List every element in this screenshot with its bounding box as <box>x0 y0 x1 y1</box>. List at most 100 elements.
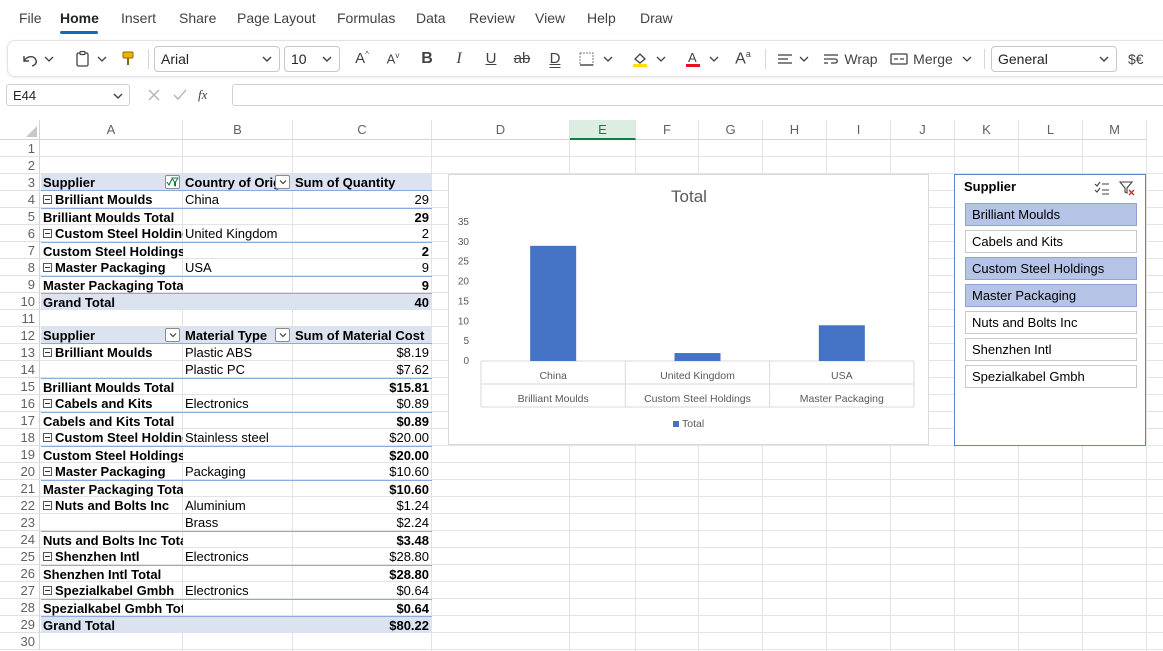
cancel-icon[interactable] <box>146 87 162 103</box>
menu-review[interactable]: Review <box>469 10 515 26</box>
row-header-7[interactable]: 7 <box>0 242 40 259</box>
increase-font-button[interactable]: A^ <box>351 41 373 76</box>
pivot-row-label[interactable]: Nuts and Bolts Inc Total <box>41 531 183 548</box>
pivot-row-label[interactable]: Master Packaging Total <box>41 480 183 497</box>
insert-function-icon[interactable]: fx <box>198 87 207 103</box>
menu-view[interactable]: View <box>535 10 565 26</box>
pivot-value-cell[interactable]: $15.81 <box>293 378 432 395</box>
row-header-27[interactable]: 27 <box>0 582 40 599</box>
pivot-value-cell[interactable]: $80.22 <box>293 616 432 633</box>
column-header-l[interactable]: L <box>1019 120 1083 140</box>
fill-color-button[interactable] <box>628 41 670 76</box>
pivot-value-cell[interactable]: $3.48 <box>293 531 432 548</box>
slicer-item[interactable]: Master Packaging <box>965 284 1137 307</box>
filter-active-button[interactable] <box>165 175 180 189</box>
italic-button[interactable]: I <box>448 41 470 76</box>
pivot-sub-label[interactable] <box>183 412 293 429</box>
supplier-slicer[interactable]: Supplier Brilliant Moulds Cabels and Kits… <box>954 174 1146 446</box>
row-header-13[interactable]: 13 <box>0 344 40 361</box>
menu-draw[interactable]: Draw <box>640 10 673 26</box>
pivot-sub-label[interactable] <box>183 446 293 463</box>
pivot-sub-label[interactable] <box>183 599 293 616</box>
pivot-sub-label[interactable] <box>183 565 293 582</box>
pivot-value-cell[interactable]: 2 <box>293 225 432 242</box>
align-button[interactable] <box>773 41 813 76</box>
pivot-row-label[interactable]: Spezialkabel Gmbh <box>41 582 183 599</box>
font-color-button[interactable]: A <box>681 41 723 76</box>
pivot-value-cell[interactable]: $10.60 <box>293 480 432 497</box>
pivot-sub-label[interactable]: Aluminium <box>183 497 293 514</box>
row-header-26[interactable]: 26 <box>0 565 40 582</box>
pivot-value-cell[interactable]: $0.89 <box>293 412 432 429</box>
menu-share[interactable]: Share <box>179 10 216 26</box>
pivot-header-cell[interactable]: Sum of Material Cost <box>293 327 432 344</box>
pivot-row-label[interactable]: Brilliant Moulds <box>41 191 183 208</box>
collapse-icon[interactable] <box>43 552 52 561</box>
row-header-14[interactable]: 14 <box>0 361 40 378</box>
underline-button[interactable]: U <box>480 41 502 76</box>
row-header-5[interactable]: 5 <box>0 208 40 225</box>
row-header-17[interactable]: 17 <box>0 412 40 429</box>
bold-button[interactable]: B <box>416 41 438 76</box>
pivot-sub-label[interactable]: Brass <box>183 514 293 531</box>
row-header-8[interactable]: 8 <box>0 259 40 276</box>
pivot-sub-label[interactable] <box>183 531 293 548</box>
pivot-sub-label[interactable] <box>183 616 293 633</box>
wrap-text-button[interactable]: Wrap <box>820 41 880 76</box>
pivot-value-cell[interactable]: $28.80 <box>293 548 432 565</box>
pivot-sub-label[interactable]: Stainless steel <box>183 429 293 446</box>
row-header-28[interactable]: 28 <box>0 599 40 616</box>
column-header-m[interactable]: M <box>1083 120 1147 140</box>
pivot-sub-label[interactable] <box>183 293 293 310</box>
slicer-item[interactable]: Cabels and Kits <box>965 230 1137 253</box>
pivot-sub-label[interactable]: Plastic ABS <box>183 344 293 361</box>
pivot-sub-label[interactable] <box>183 378 293 395</box>
pivot-row-label[interactable]: Shenzhen Intl <box>41 548 183 565</box>
pivot-sub-label[interactable]: Electronics <box>183 548 293 565</box>
multi-select-icon[interactable] <box>1093 180 1111 196</box>
collapse-icon[interactable] <box>43 433 52 442</box>
paste-button[interactable] <box>70 41 112 76</box>
pivot-value-cell[interactable]: 9 <box>293 259 432 276</box>
pivot-header-cell[interactable]: Supplier <box>41 327 183 344</box>
row-header-21[interactable]: 21 <box>0 480 40 497</box>
pivot-header-cell[interactable]: Supplier <box>41 174 183 191</box>
pivot-value-cell[interactable]: $2.24 <box>293 514 432 531</box>
column-header-j[interactable]: J <box>891 120 955 140</box>
column-header-i[interactable]: I <box>827 120 891 140</box>
pivot-header-cell[interactable]: Sum of Quantity <box>293 174 432 191</box>
row-header-24[interactable]: 24 <box>0 531 40 548</box>
collapse-icon[interactable] <box>43 229 52 238</box>
filter-dropdown-button[interactable] <box>275 328 290 342</box>
strikethrough-button[interactable]: ab <box>511 41 533 76</box>
collapse-icon[interactable] <box>43 348 52 357</box>
pivot-row-label[interactable]: Shenzhen Intl Total <box>41 565 183 582</box>
double-underline-button[interactable]: D <box>544 41 566 76</box>
row-header-11[interactable]: 11 <box>0 310 40 327</box>
font-size-select[interactable]: 10 <box>284 46 340 72</box>
row-header-6[interactable]: 6 <box>0 225 40 242</box>
pivot-value-cell[interactable]: 40 <box>293 293 432 310</box>
slicer-item[interactable]: Spezialkabel Gmbh <box>965 365 1137 388</box>
slicer-item[interactable]: Shenzhen Intl <box>965 338 1137 361</box>
row-header-22[interactable]: 22 <box>0 497 40 514</box>
row-header-29[interactable]: 29 <box>0 616 40 633</box>
row-header-4[interactable]: 4 <box>0 191 40 208</box>
pivot-sub-label[interactable]: USA <box>183 259 293 276</box>
pivot-value-cell[interactable]: $20.00 <box>293 429 432 446</box>
filter-dropdown-button[interactable] <box>165 328 180 342</box>
pivot-value-cell[interactable]: 29 <box>293 191 432 208</box>
menu-home[interactable]: Home <box>60 10 99 26</box>
column-header-d[interactable]: D <box>432 120 570 140</box>
collapse-icon[interactable] <box>43 399 52 408</box>
row-header-2[interactable]: 2 <box>0 157 40 174</box>
pivot-value-cell[interactable]: $1.24 <box>293 497 432 514</box>
currency-format-button[interactable]: $€ <box>1128 41 1163 76</box>
pivot-row-label[interactable]: Master Packaging Total <box>41 276 183 293</box>
pivot-value-cell[interactable]: $10.60 <box>293 463 432 480</box>
pivot-value-cell[interactable]: $0.64 <box>293 582 432 599</box>
pivot-row-label[interactable]: Master Packaging <box>41 259 183 276</box>
pivot-row-label[interactable]: Custom Steel Holding <box>41 429 183 446</box>
pivot-chart[interactable]: Total 0 5 10 15 20 25 30 35 China Brilliant Moulds… <box>448 174 929 445</box>
borders-button[interactable] <box>575 41 617 76</box>
